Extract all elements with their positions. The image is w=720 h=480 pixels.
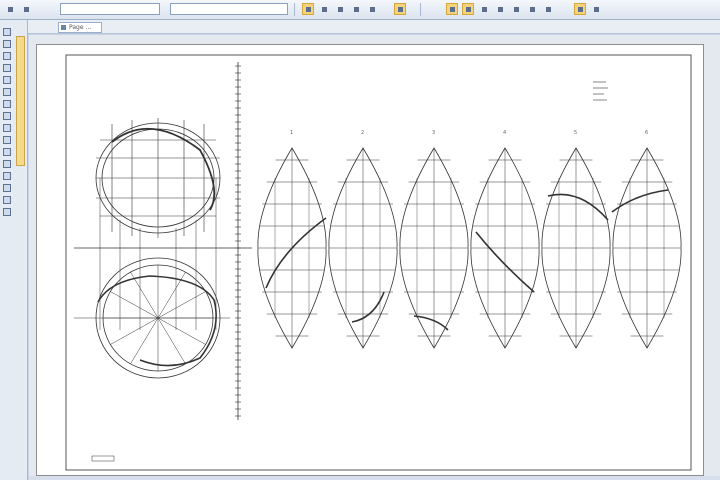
pin-icon[interactable]: [20, 3, 32, 15]
rect-tool-icon[interactable]: [3, 76, 11, 84]
trim-tool-icon[interactable]: [3, 136, 11, 144]
page-icon: [61, 25, 66, 30]
menu-icon[interactable]: [4, 3, 16, 15]
move-tool-icon[interactable]: [3, 148, 11, 156]
style-select[interactable]: [170, 3, 288, 15]
mirror-tool-icon[interactable]: [3, 172, 11, 180]
select-tool-icon[interactable]: [3, 28, 11, 36]
snap-button-9[interactable]: [590, 3, 602, 15]
fillet-tool-icon[interactable]: [3, 124, 11, 132]
tool-palette: [0, 20, 28, 480]
rotate-tool-icon[interactable]: [3, 160, 11, 168]
layer-select[interactable]: [60, 3, 160, 15]
main-toolbar: [0, 0, 720, 20]
prop-button-6[interactable]: [394, 3, 406, 15]
toolbar-separator: [420, 3, 421, 16]
tab-page-label: Page ...: [69, 24, 92, 31]
prop-button-1[interactable]: [302, 3, 314, 15]
text-tool-icon[interactable]: [3, 88, 11, 96]
scale-tool-icon[interactable]: [3, 184, 11, 192]
snap-button-3[interactable]: [478, 3, 490, 15]
hatch-tool-icon[interactable]: [3, 112, 11, 120]
snap-button-6[interactable]: [526, 3, 538, 15]
snap-button-1[interactable]: [446, 3, 458, 15]
measure-tool-icon[interactable]: [3, 208, 11, 216]
prop-button-2[interactable]: [318, 3, 330, 15]
snap-button-2[interactable]: [462, 3, 474, 15]
toolbar-separator: [294, 3, 295, 16]
snap-button-4[interactable]: [494, 3, 506, 15]
status-bar: [29, 476, 720, 480]
snap-button-7[interactable]: [542, 3, 554, 15]
array-tool-icon[interactable]: [3, 196, 11, 204]
snap-button-5[interactable]: [510, 3, 522, 15]
prop-button-4[interactable]: [350, 3, 362, 15]
tab-page[interactable]: Page ...: [58, 22, 102, 33]
prop-button-5[interactable]: [366, 3, 378, 15]
properties-strip[interactable]: [16, 36, 25, 166]
line-tool-icon[interactable]: [3, 40, 11, 48]
snap-button-8[interactable]: [574, 3, 586, 15]
circle-tool-icon[interactable]: [3, 64, 11, 72]
document-tab-bar: [0, 20, 720, 34]
dimension-tool-icon[interactable]: [3, 100, 11, 108]
drawing-sheet[interactable]: [36, 44, 704, 476]
prop-button-3[interactable]: [334, 3, 346, 15]
arc-tool-icon[interactable]: [3, 52, 11, 60]
